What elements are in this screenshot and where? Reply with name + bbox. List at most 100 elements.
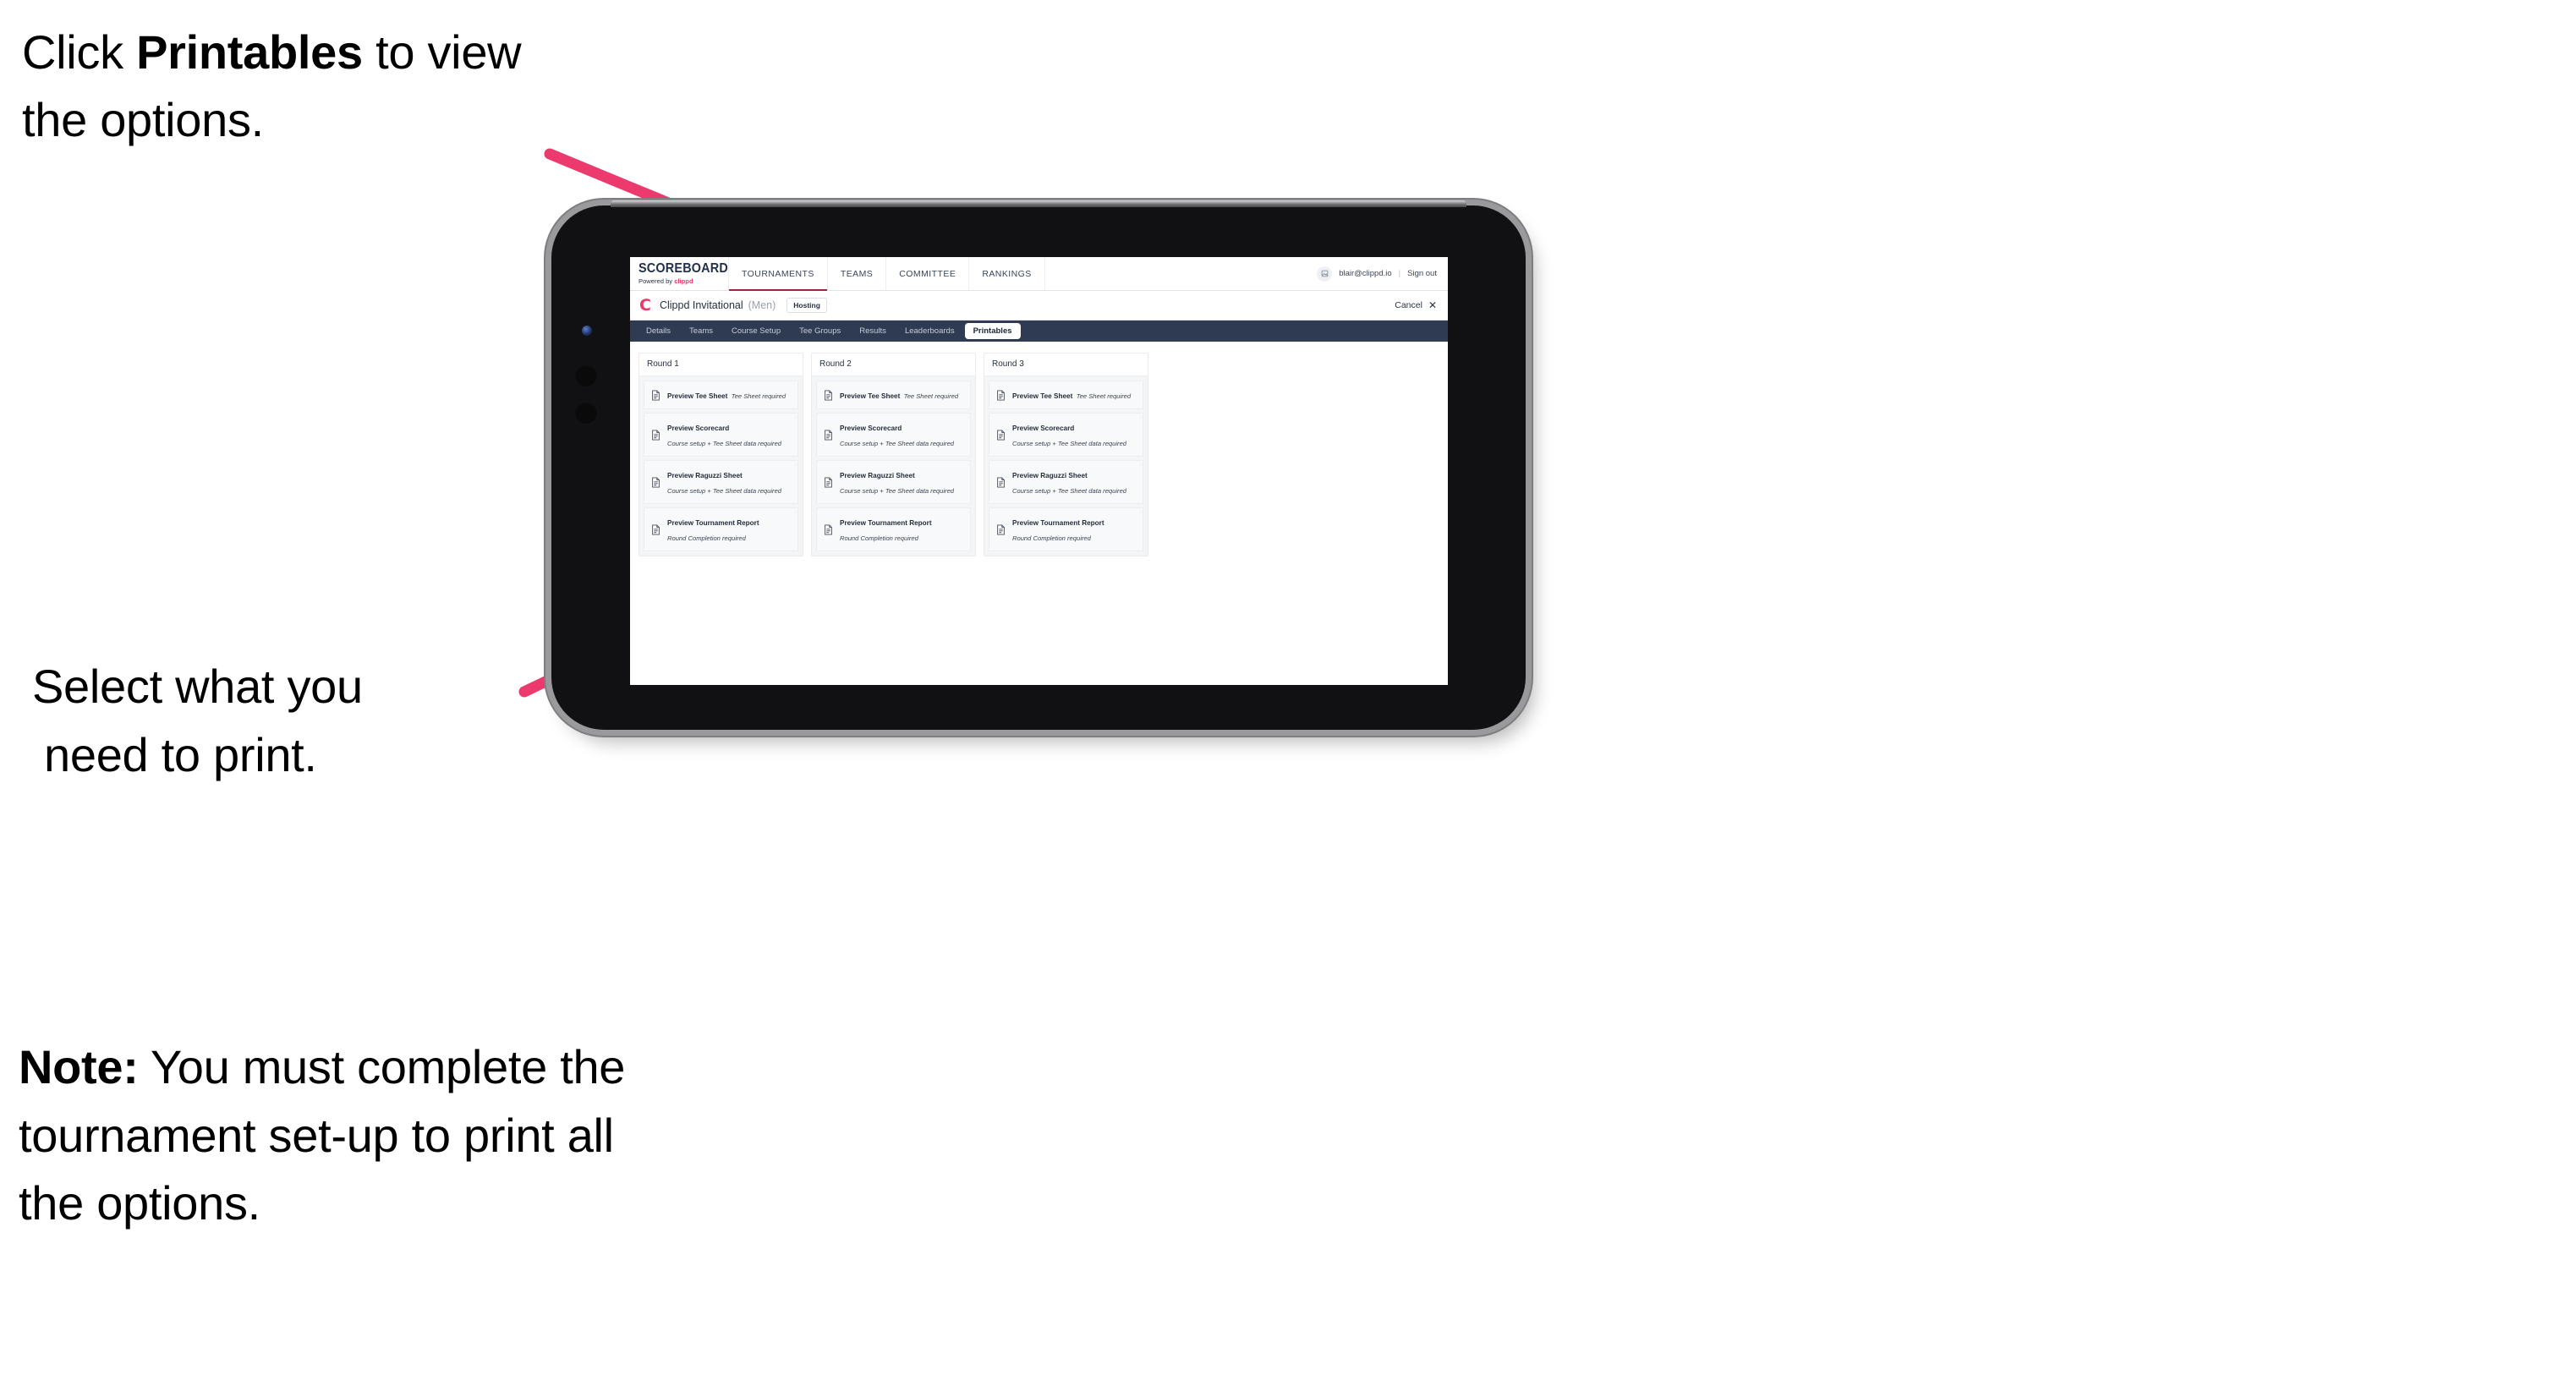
round-items-2: Preview Tee Sheet Tee Sheet required Pre… — [812, 376, 975, 556]
topnav-label-teams: TEAMS — [840, 268, 874, 279]
annotation-note-bold: Note: — [19, 1040, 139, 1093]
tab-label-teams: Teams — [689, 326, 714, 336]
primary-navigation: TOURNAMENTS TEAMS COMMITTEE RANKINGS — [729, 257, 1317, 291]
printables-content: Round 1 Preview Tee Sheet Tee Sheet requ… — [630, 342, 1448, 556]
printable-title: Preview Scorecard — [840, 425, 902, 432]
document-icon — [651, 477, 660, 488]
printable-scorecard-r2[interactable]: Preview Scorecard Course setup + Tee She… — [816, 413, 971, 457]
annotation-select-print: Select what you need to print. — [32, 653, 540, 789]
round-items-3: Preview Tee Sheet Tee Sheet required Pre… — [984, 376, 1148, 556]
tab-teams[interactable]: Teams — [681, 323, 721, 340]
app-topbar: SCOREBOARD Powered by clippd TOURNAMENTS… — [630, 257, 1448, 291]
topnav-item-teams[interactable]: TEAMS — [828, 257, 887, 290]
printable-scorecard-r3[interactable]: Preview Scorecard Course setup + Tee She… — [989, 413, 1143, 457]
brand-title: SCOREBOARD — [639, 261, 728, 277]
document-icon — [824, 477, 833, 488]
document-icon — [996, 524, 1006, 535]
tab-label-course-setup: Course Setup — [732, 326, 781, 336]
printable-subtitle: Round Completion required — [1012, 534, 1091, 542]
annotation-select-line2: need to print. — [44, 727, 317, 781]
tablet-volume-down-button[interactable] — [575, 402, 597, 424]
tab-results[interactable]: Results — [851, 323, 895, 340]
tab-printables[interactable]: Printables — [964, 322, 1021, 340]
close-x-icon: ✕ — [1428, 299, 1437, 311]
tab-tee-groups[interactable]: Tee Groups — [791, 323, 849, 340]
scoreboard-logo[interactable]: SCOREBOARD Powered by clippd — [630, 257, 729, 290]
round-header-2: Round 2 — [812, 353, 975, 376]
tournament-gender: (Men) — [748, 299, 776, 311]
tournament-subheader: C Clippd Invitational (Men) Hosting Canc… — [630, 291, 1448, 320]
printable-subtitle: Course setup + Tee Sheet data required — [840, 487, 955, 495]
document-icon — [824, 390, 833, 401]
printable-tournament-report-r1[interactable]: Preview Tournament Report Round Completi… — [644, 507, 798, 551]
brand-powered-prefix: Powered by — [639, 277, 675, 285]
topnav-item-tournaments[interactable]: TOURNAMENTS — [729, 257, 828, 291]
printable-raguzzi-sheet-r1[interactable]: Preview Raguzzi Sheet Course setup + Tee… — [644, 460, 798, 504]
printable-subtitle: Course setup + Tee Sheet data required — [667, 440, 782, 447]
sign-out-link[interactable]: Sign out — [1407, 269, 1437, 278]
printable-raguzzi-sheet-r2[interactable]: Preview Raguzzi Sheet Course setup + Tee… — [816, 460, 971, 504]
round-column-2: Round 2 Preview Tee Sheet Tee Sheet requ… — [811, 353, 976, 556]
printable-title: Preview Raguzzi Sheet — [840, 472, 915, 479]
printable-subtitle: Tee Sheet required — [1076, 392, 1132, 400]
printable-title: Preview Tee Sheet — [840, 392, 901, 400]
topnav-item-rankings[interactable]: RANKINGS — [969, 257, 1045, 290]
topnav-item-committee[interactable]: COMMITTEE — [886, 257, 970, 290]
printable-title: Preview Raguzzi Sheet — [1012, 472, 1088, 479]
topnav-label-rankings: RANKINGS — [982, 268, 1032, 279]
document-icon — [824, 430, 833, 441]
printable-raguzzi-sheet-r3[interactable]: Preview Raguzzi Sheet Course setup + Tee… — [989, 460, 1143, 504]
printable-title: Preview Tournament Report — [667, 519, 759, 527]
printable-tee-sheet-r1[interactable]: Preview Tee Sheet Tee Sheet required — [644, 381, 798, 409]
tab-course-setup[interactable]: Course Setup — [723, 323, 789, 340]
tournament-tabs: Details Teams Course Setup Tee Groups Re… — [630, 320, 1448, 342]
printable-tournament-report-r3[interactable]: Preview Tournament Report Round Completi… — [989, 507, 1143, 551]
user-avatar-icon[interactable] — [1317, 266, 1333, 282]
printable-title: Preview Tournament Report — [1012, 519, 1104, 527]
tablet-volume-up-button[interactable] — [575, 364, 597, 386]
printable-tee-sheet-r2[interactable]: Preview Tee Sheet Tee Sheet required — [816, 381, 971, 409]
printable-title: Preview Scorecard — [667, 425, 730, 432]
printable-tee-sheet-r3[interactable]: Preview Tee Sheet Tee Sheet required — [989, 381, 1143, 409]
annotation-click-pre: Click — [22, 25, 137, 79]
printable-subtitle: Round Completion required — [840, 534, 918, 542]
document-icon — [824, 524, 833, 535]
annotation-select-line1: Select what you — [32, 660, 363, 713]
tablet-camera-icon — [582, 326, 592, 336]
tablet-top-edge — [611, 200, 1466, 207]
printable-subtitle: Round Completion required — [667, 534, 746, 542]
account-area: blair@clippd.io | Sign out — [1317, 257, 1448, 290]
round-column-3: Round 3 Preview Tee Sheet Tee Sheet requ… — [984, 353, 1148, 556]
tab-leaderboards[interactable]: Leaderboards — [896, 323, 963, 340]
status-badge: Hosting — [787, 297, 827, 314]
annotation-click-bold: Printables — [136, 25, 363, 79]
round-column-1: Round 1 Preview Tee Sheet Tee Sheet requ… — [639, 353, 803, 556]
tab-details[interactable]: Details — [638, 323, 679, 340]
round-header-3: Round 3 — [984, 353, 1148, 376]
tab-label-results: Results — [859, 326, 886, 336]
printable-tournament-report-r2[interactable]: Preview Tournament Report Round Completi… — [816, 507, 971, 551]
printable-subtitle: Course setup + Tee Sheet data required — [1012, 440, 1127, 447]
printable-subtitle: Tee Sheet required — [731, 392, 787, 400]
document-icon — [996, 430, 1006, 441]
round-header-1: Round 1 — [639, 353, 803, 376]
tab-label-tee-groups: Tee Groups — [799, 326, 841, 336]
cancel-button[interactable]: Cancel ✕ — [1395, 300, 1437, 310]
app-screen: SCOREBOARD Powered by clippd TOURNAMENTS… — [630, 257, 1448, 685]
printable-subtitle: Course setup + Tee Sheet data required — [667, 487, 782, 495]
topnav-label-tournaments: TOURNAMENTS — [742, 268, 814, 279]
clippd-c-logo-icon: C — [639, 295, 651, 315]
tablet-device: SCOREBOARD Powered by clippd TOURNAMENTS… — [551, 200, 1526, 730]
tab-label-printables: Printables — [973, 326, 1012, 336]
cancel-label: Cancel — [1395, 300, 1422, 310]
topnav-label-committee: COMMITTEE — [899, 268, 956, 279]
annotation-click-printables: Click Printables to view the options. — [22, 19, 580, 153]
document-icon — [996, 390, 1006, 401]
printable-title: Preview Scorecard — [1012, 425, 1075, 432]
document-icon — [651, 524, 660, 535]
printable-scorecard-r1[interactable]: Preview Scorecard Course setup + Tee She… — [644, 413, 798, 457]
document-icon — [996, 477, 1006, 488]
printable-subtitle: Course setup + Tee Sheet data required — [1012, 487, 1127, 495]
account-email: blair@clippd.io — [1339, 269, 1392, 278]
document-icon — [651, 390, 660, 401]
